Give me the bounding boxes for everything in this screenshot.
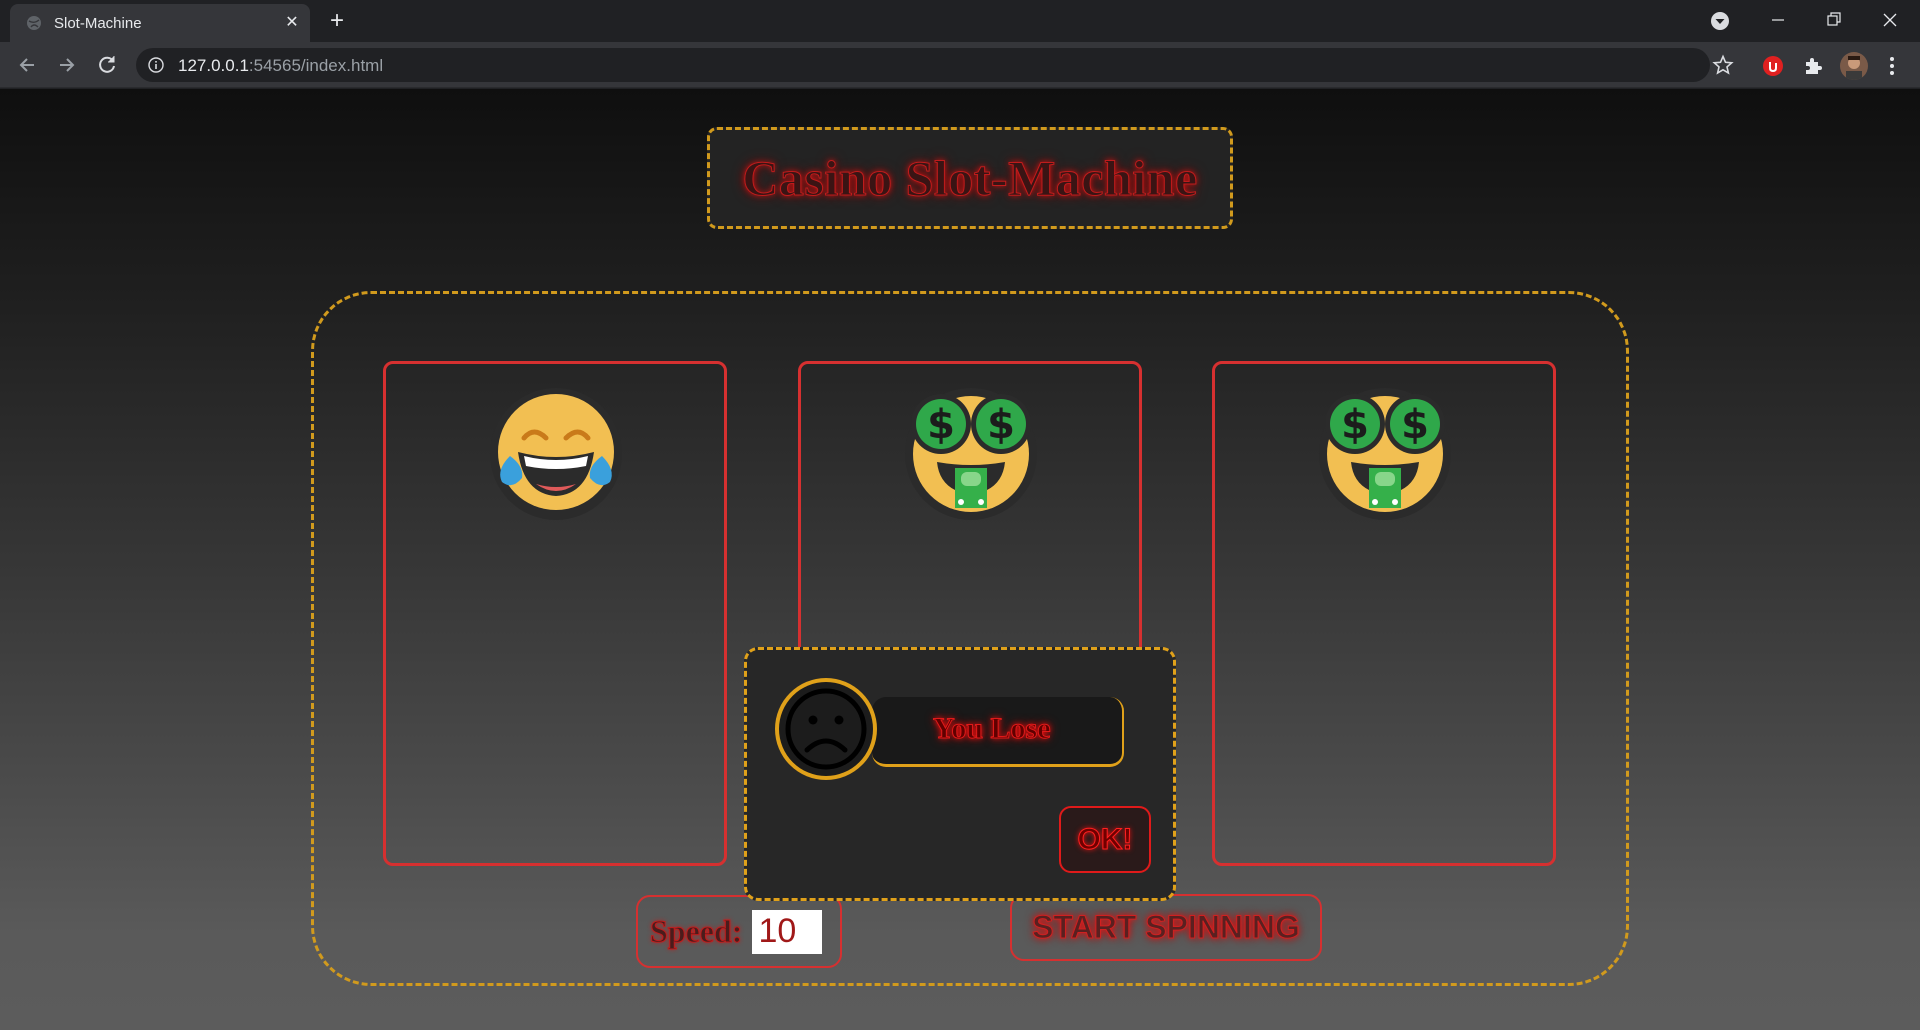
page-title: Casino Slot-Machine xyxy=(742,150,1198,207)
profile-avatar[interactable] xyxy=(1840,52,1868,80)
minimize-icon[interactable] xyxy=(1750,0,1806,40)
reel-1 xyxy=(383,361,727,866)
reel-3: $ $ xyxy=(1212,361,1556,866)
forward-arrow-icon[interactable] xyxy=(52,50,82,80)
extension-stop-icon[interactable] xyxy=(1761,54,1785,78)
page-content: Casino Slot-Machine $ $ $ $ Speed: 10 ST… xyxy=(0,89,1920,1030)
money-mouth-face-icon: $ $ xyxy=(905,388,1037,520)
address-bar[interactable]: 127.0.0.1:54565/index.html xyxy=(136,48,1734,82)
bookmark-star-icon[interactable] xyxy=(1712,54,1734,76)
site-info-icon[interactable] xyxy=(148,57,164,73)
svg-text:$: $ xyxy=(1401,402,1429,448)
start-spinning-button[interactable]: START SPINNING xyxy=(1010,894,1322,961)
result-modal: You Lose OK! xyxy=(744,647,1176,901)
url-text: 127.0.0.1:54565/index.html xyxy=(178,56,384,75)
tab-search-dropdown-icon[interactable] xyxy=(1709,10,1731,32)
globe-icon xyxy=(27,16,41,30)
new-tab-icon[interactable]: + xyxy=(322,7,352,37)
speed-label: Speed: xyxy=(649,913,743,950)
result-text: You Lose xyxy=(933,712,1052,746)
ok-button[interactable]: OK! xyxy=(1059,806,1151,873)
sad-face-icon xyxy=(775,678,877,780)
svg-text:$: $ xyxy=(927,402,955,448)
browser-toolbar: 127.0.0.1:54565/index.html xyxy=(0,42,1920,88)
page-title-box: Casino Slot-Machine xyxy=(707,127,1233,229)
restore-icon[interactable] xyxy=(1806,0,1862,40)
browser-tab[interactable]: Slot-Machine ✕ xyxy=(10,4,310,42)
svg-text:$: $ xyxy=(987,402,1015,448)
money-mouth-face-icon: $ $ xyxy=(1319,388,1451,520)
tab-close-icon[interactable]: ✕ xyxy=(280,11,304,35)
browser-tab-strip: Slot-Machine ✕ + xyxy=(0,0,1920,42)
extensions-puzzle-icon[interactable] xyxy=(1801,54,1825,78)
tab-title: Slot-Machine xyxy=(54,15,142,32)
reload-icon[interactable] xyxy=(92,50,122,80)
window-close-icon[interactable] xyxy=(1862,0,1918,40)
svg-text:$: $ xyxy=(1341,402,1369,448)
more-menu-icon[interactable] xyxy=(1880,54,1904,78)
speed-input[interactable] xyxy=(752,909,823,954)
back-arrow-icon[interactable] xyxy=(12,50,42,80)
speed-control: Speed: xyxy=(636,895,842,968)
face-with-tears-of-joy-icon xyxy=(490,388,622,520)
